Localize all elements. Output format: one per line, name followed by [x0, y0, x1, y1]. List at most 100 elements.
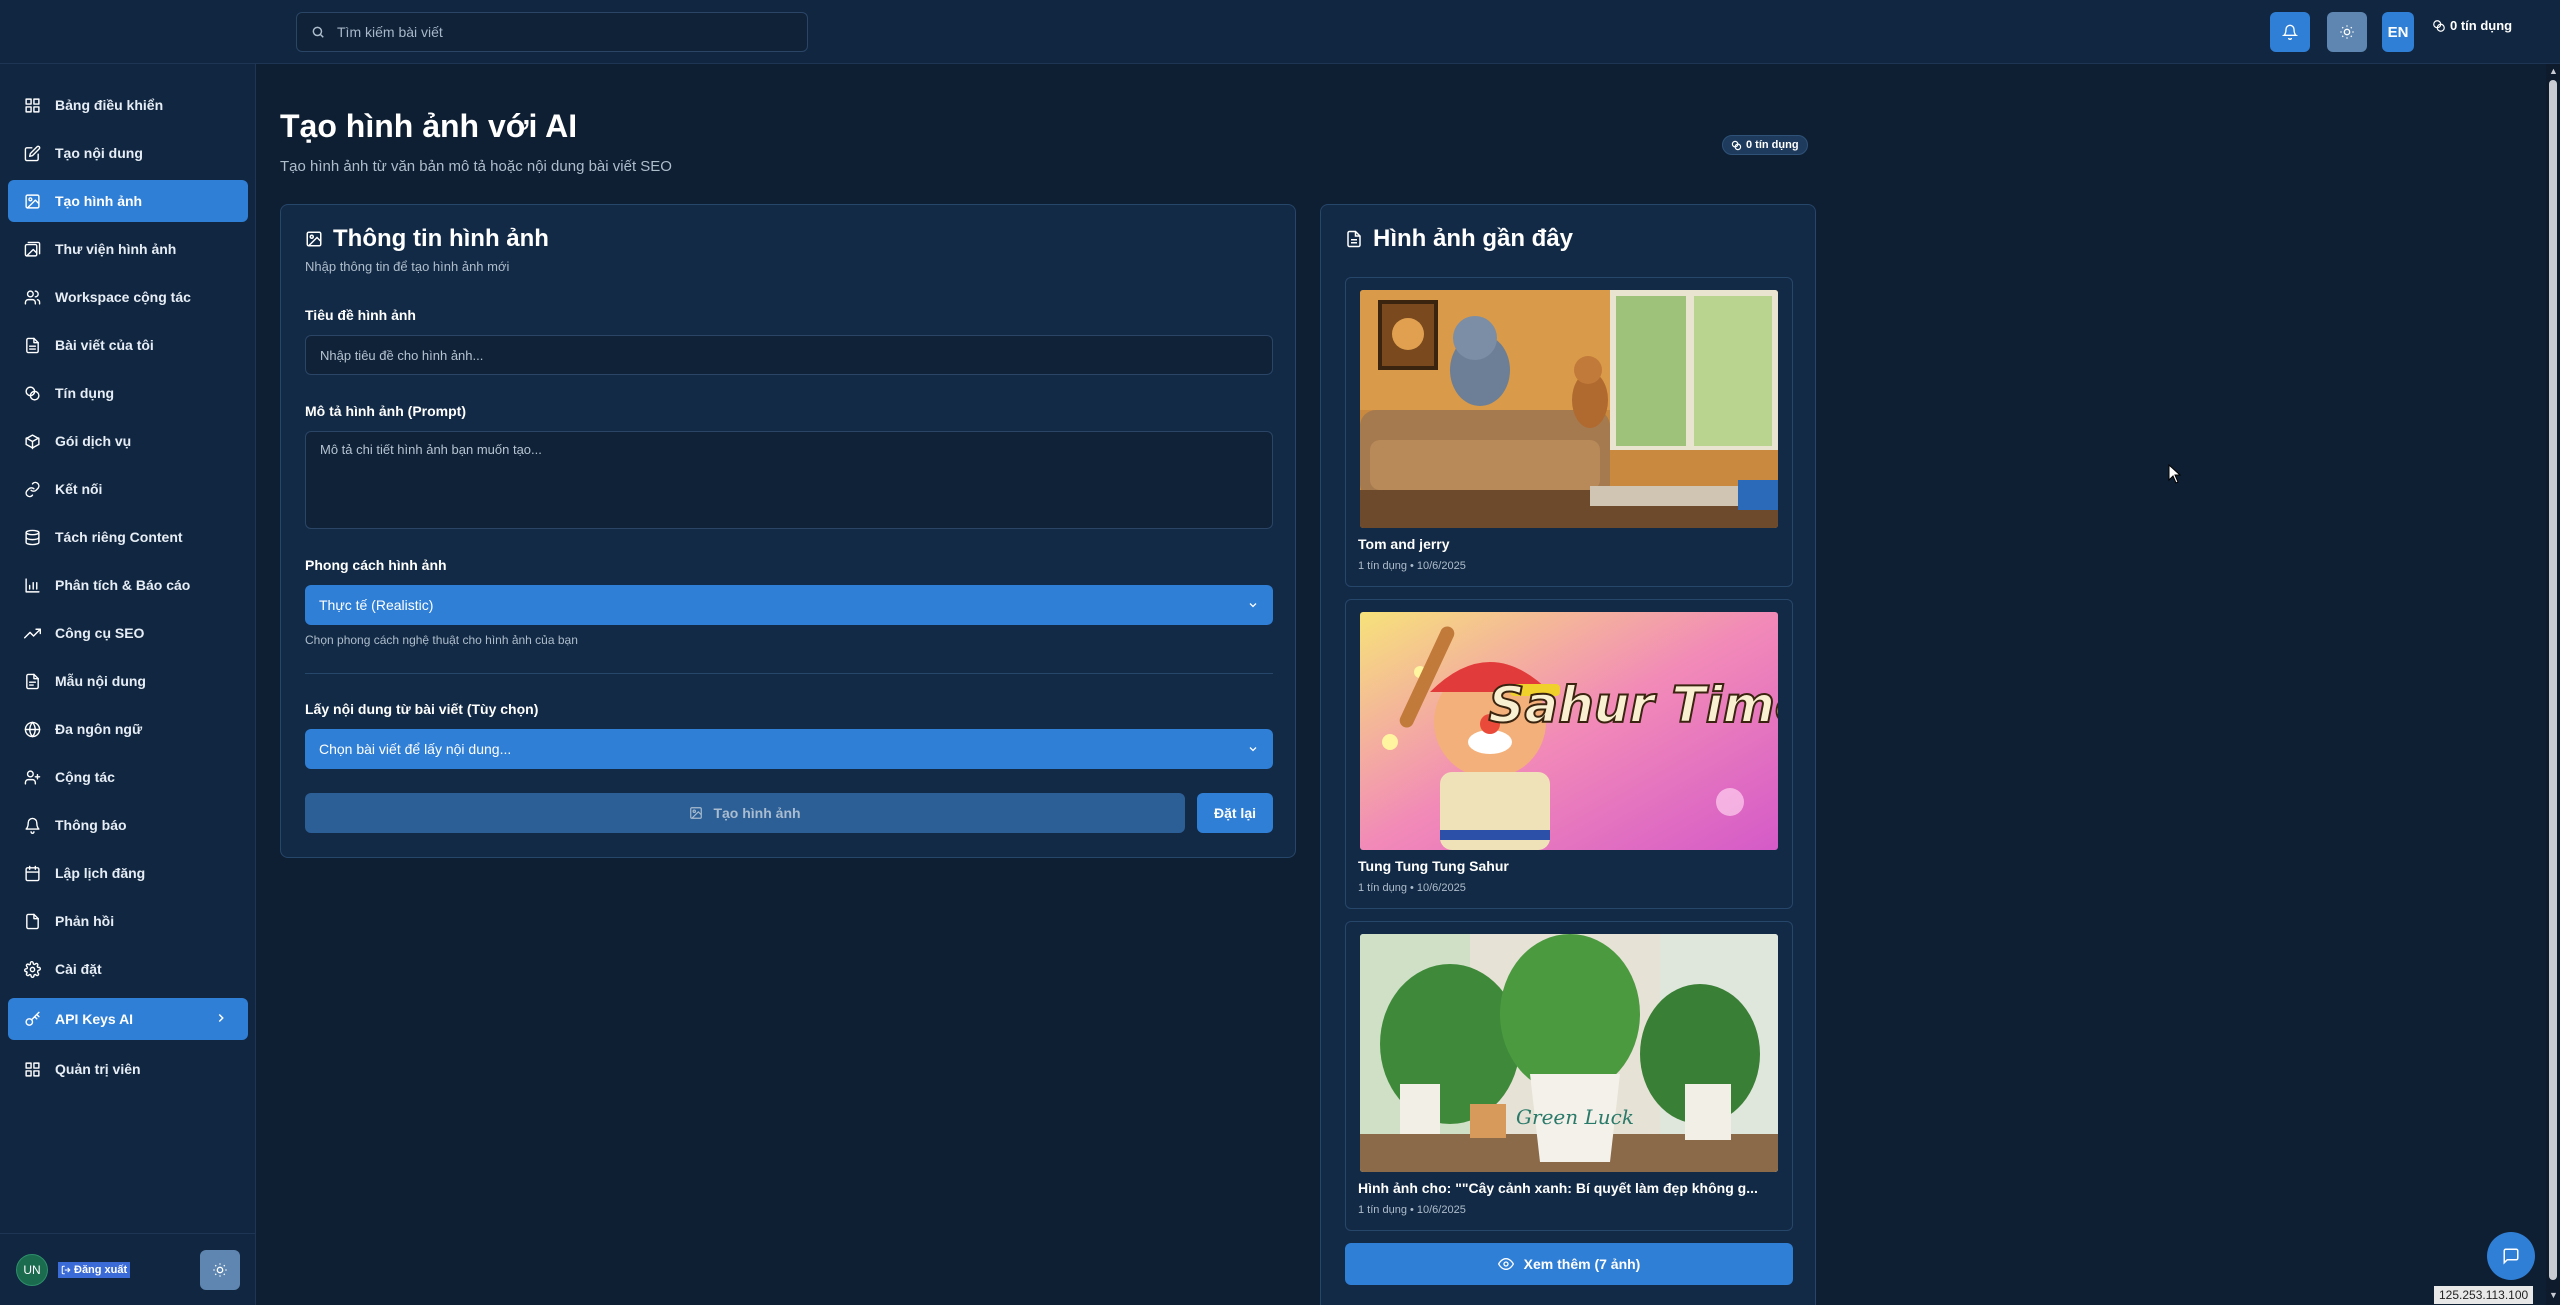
- recent-image-thumbnail[interactable]: Sahur Time!: [1360, 612, 1778, 850]
- sidebar-item-bang-dieu-khien[interactable]: Bảng điều khiển: [8, 84, 248, 126]
- sun-icon: [212, 1262, 228, 1278]
- sidebar-item-workspace-cong-tac[interactable]: Workspace cộng tác: [8, 276, 248, 318]
- database-icon: [24, 529, 41, 546]
- avatar[interactable]: UN: [16, 1254, 48, 1286]
- dashboard-icon: [24, 97, 41, 114]
- sidebar-item-label: Phân tích & Báo cáo: [55, 577, 191, 593]
- sidebar-item-label: Đa ngôn ngữ: [55, 721, 143, 737]
- sidebar-item-ket-noi[interactable]: Kết nối: [8, 468, 248, 510]
- logout-icon: [61, 1265, 71, 1275]
- sidebar-theme-button[interactable]: [200, 1250, 240, 1290]
- reset-button[interactable]: Đặt lại: [1197, 793, 1273, 833]
- sidebar-item-da-ngon-ngu[interactable]: Đa ngôn ngữ: [8, 708, 248, 750]
- recent-image-name: Tung Tung Tung Sahur: [1358, 858, 1509, 874]
- sidebar-item-label: Cộng tác: [55, 769, 115, 785]
- sidebar-item-label: Lập lịch đăng: [55, 865, 146, 881]
- credits-label: 0 tín dụng: [2450, 18, 2513, 33]
- notifications-button[interactable]: [2270, 12, 2310, 52]
- image-title-label: Tiêu đề hình ảnh: [305, 307, 416, 323]
- trending-up-icon: [24, 625, 41, 642]
- sidebar-item-label: Tín dụng: [55, 385, 115, 401]
- sidebar-item-cong-cu-seo[interactable]: Công cụ SEO: [8, 612, 248, 654]
- recent-image-meta: 1 tín dụng • 10/6/2025: [1358, 1204, 1466, 1216]
- feedback-icon: [24, 913, 41, 930]
- image-title-input[interactable]: [305, 335, 1273, 375]
- style-select[interactable]: Thực tế (Realistic): [305, 585, 1273, 625]
- sidebar-item-cai-dat[interactable]: Cài đặt: [8, 948, 248, 990]
- sidebar-item-label: Cài đặt: [55, 961, 102, 977]
- sidebar-item-label: Tạo nội dung: [55, 145, 143, 161]
- sidebar-item-tach-rieng-content[interactable]: Tách riêng Content: [8, 516, 248, 558]
- calendar-icon: [24, 865, 41, 882]
- sidebar-item-label: Quản trị viên: [55, 1061, 141, 1077]
- sidebar-item-label: Mẫu nội dung: [55, 673, 146, 689]
- sidebar-item-phan-tich-bao-cao[interactable]: Phân tích & Báo cáo: [8, 564, 248, 606]
- scroll-up-icon[interactable]: ▲: [2549, 66, 2558, 76]
- sidebar-item-mau-noi-dung[interactable]: Mẫu nội dung: [8, 660, 248, 702]
- sidebar-item-thu-vien-hinh-anh[interactable]: Thư viện hình ảnh: [8, 228, 248, 270]
- logout-label: Đăng xuất: [74, 1264, 128, 1276]
- recent-images-card: Hình ảnh gần đây Tom and jerry 1 tín dụn…: [1320, 204, 1816, 1305]
- article-select[interactable]: Chọn bài viết để lấy nội dung...: [305, 729, 1273, 769]
- gear-icon: [24, 960, 41, 978]
- recent-images-title: Hình ảnh gần đây: [1345, 225, 1573, 253]
- sidebar-item-label: Tạo hình ảnh: [55, 193, 143, 209]
- style-label: Phong cách hình ảnh: [305, 557, 447, 573]
- image-overlay-text-1: Sahur Time!: [1488, 676, 1778, 734]
- search-box[interactable]: [296, 12, 808, 52]
- recent-image-item[interactable]: Tom and jerry 1 tín dụng • 10/6/2025: [1345, 277, 1793, 587]
- ip-address-label: 125.253.113.100: [2434, 1286, 2534, 1304]
- language-button[interactable]: EN: [2382, 12, 2414, 52]
- recent-image-item[interactable]: Green Luck Hình ảnh cho: ""Cây cảnh xanh…: [1345, 921, 1793, 1231]
- sidebar-item-label: API Keys AI: [55, 1011, 134, 1027]
- recent-image-thumbnail[interactable]: Green Luck: [1360, 934, 1778, 1172]
- logout-button[interactable]: Đăng xuất: [58, 1262, 131, 1278]
- page-scrollbar[interactable]: ▲ ▼: [2546, 64, 2560, 1305]
- credits-indicator[interactable]: 0 tín dụng: [2432, 18, 2512, 33]
- sidebar-item-bai-viet-cua-toi[interactable]: Bài viết của tôi: [8, 324, 248, 366]
- coins-icon: [24, 385, 41, 402]
- recent-image-name: Tom and jerry: [1358, 536, 1450, 552]
- view-more-button[interactable]: Xem thêm (7 ảnh): [1345, 1243, 1793, 1285]
- view-more-label: Xem thêm (7 ảnh): [1523, 1256, 1641, 1272]
- document-icon: [1345, 230, 1363, 248]
- chat-button[interactable]: [2487, 1232, 2535, 1280]
- recent-image-name: Hình ảnh cho: ""Cây cảnh xanh: Bí quyết …: [1358, 1180, 1758, 1196]
- admin-icon: [24, 1061, 41, 1078]
- sidebar-item-thong-bao[interactable]: Thông báo: [8, 804, 248, 846]
- theme-toggle-button[interactable]: [2327, 12, 2367, 52]
- sidebar-item-cong-tac[interactable]: Cộng tác: [8, 756, 248, 798]
- sidebar-item-lap-lich-dang[interactable]: Lập lịch đăng: [8, 852, 248, 894]
- recent-image-item[interactable]: Sahur Time! Tung Tung Tung Sahur 1 tín d…: [1345, 599, 1793, 909]
- sidebar-item-quan-tri-vien[interactable]: Quản trị viên: [8, 1048, 248, 1090]
- image-icon: [689, 806, 703, 820]
- sidebar-item-tin-dung[interactable]: Tín dụng: [8, 372, 248, 414]
- scroll-down-icon[interactable]: ▼: [2549, 1290, 2558, 1300]
- sidebar-item-phan-hoi[interactable]: Phản hồi: [8, 900, 248, 942]
- recent-images-title-text: Hình ảnh gần đây: [1373, 225, 1574, 252]
- recent-image-thumbnail[interactable]: [1360, 290, 1778, 528]
- mouse-cursor-icon: [2168, 464, 2182, 484]
- style-select-value: Thực tế (Realistic): [319, 597, 434, 613]
- sidebar-item-goi-dich-vu[interactable]: Gói dịch vụ: [8, 420, 248, 462]
- eye-icon: [1497, 1256, 1514, 1272]
- edit-icon: [24, 145, 41, 162]
- template-icon: [24, 673, 41, 690]
- sidebar-item-label: Bài viết của tôi: [55, 337, 154, 353]
- recent-image-meta: 1 tín dụng • 10/6/2025: [1358, 560, 1466, 572]
- sidebar-item-label: Kết nối: [55, 481, 103, 497]
- generate-image-label: Tạo hình ảnh: [713, 805, 801, 821]
- sidebar-item-tao-noi-dung[interactable]: Tạo nội dung: [8, 132, 248, 174]
- scrollbar-thumb[interactable]: [2549, 80, 2557, 1280]
- bar-chart-icon: [24, 577, 41, 594]
- coins-icon: [2432, 19, 2446, 33]
- sidebar-item-tao-hinh-anh[interactable]: Tạo hình ảnh: [8, 180, 248, 222]
- generate-image-button[interactable]: Tạo hình ảnh: [305, 793, 1185, 833]
- search-input[interactable]: [337, 24, 777, 40]
- sidebar-item-label: Thông báo: [55, 817, 127, 833]
- package-icon: [24, 433, 41, 450]
- image-info-title-text: Thông tin hình ảnh: [333, 225, 549, 252]
- prompt-textarea[interactable]: [305, 431, 1273, 529]
- sidebar: Bảng điều khiển Tạo nội dung Tạo hình ảnh T…: [0, 64, 256, 1305]
- sidebar-item-api-keys-ai[interactable]: API Keys AI: [8, 998, 248, 1040]
